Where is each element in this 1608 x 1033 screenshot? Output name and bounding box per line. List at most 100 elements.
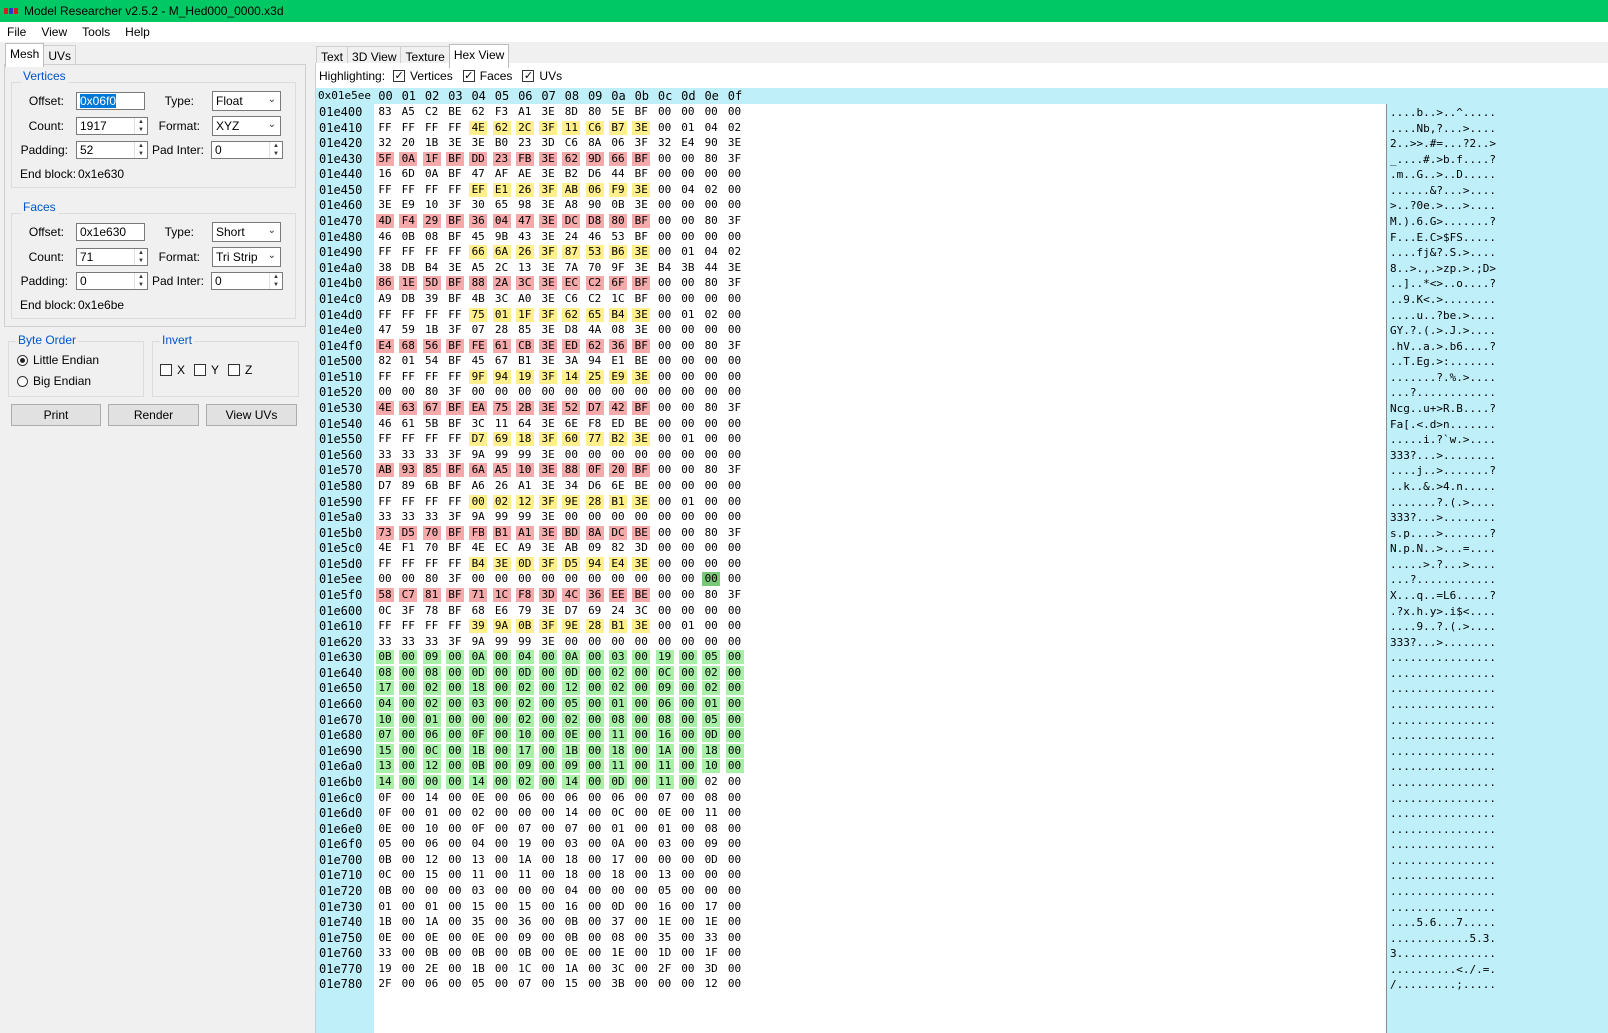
hex-byte[interactable]: 16 — [562, 900, 580, 914]
hex-byte[interactable]: 3F — [446, 385, 464, 399]
hex-byte[interactable]: 3E — [539, 167, 557, 181]
hex-byte[interactable]: 00 — [586, 977, 604, 991]
hex-byte[interactable]: 0D — [562, 665, 581, 680]
hex-byte[interactable]: 00 — [679, 635, 697, 649]
hex-byte[interactable]: E4 — [609, 556, 627, 571]
ascii-text[interactable]: ................ — [1390, 853, 1496, 868]
hex-byte[interactable]: 32 — [656, 136, 674, 150]
invert-x-checkbox[interactable]: X — [160, 363, 185, 377]
hex-byte[interactable]: 00 — [726, 791, 744, 805]
hex-byte[interactable]: 3C — [609, 962, 627, 976]
hex-byte[interactable]: 11 — [516, 868, 534, 882]
spin-up-icon[interactable]: ▲ — [135, 118, 147, 126]
hex-byte[interactable]: BF — [445, 214, 464, 229]
hex-byte[interactable]: 3D — [702, 962, 720, 976]
hex-byte[interactable]: EA — [469, 401, 488, 416]
hex-byte[interactable]: 00 — [399, 572, 417, 586]
hex-byte[interactable]: 04 — [515, 650, 534, 665]
hex-byte[interactable]: A5 — [399, 105, 417, 119]
hex-byte[interactable]: 28 — [585, 619, 604, 634]
hex-byte[interactable]: 00 — [399, 728, 418, 743]
hex-byte[interactable]: 00 — [679, 931, 697, 945]
hex-byte[interactable]: 0B — [562, 931, 580, 945]
hex-byte[interactable]: FF — [376, 183, 394, 197]
hex-byte[interactable]: 3E — [632, 619, 651, 634]
hex-byte[interactable]: FF — [423, 557, 441, 571]
hex-byte[interactable]: BF — [632, 401, 651, 416]
hex-byte[interactable]: BF — [632, 214, 651, 229]
hex-byte[interactable]: 99 — [516, 635, 534, 649]
hex-byte[interactable]: 16 — [376, 167, 394, 181]
hex-byte[interactable]: BF — [632, 167, 650, 181]
hex-byte[interactable]: DB — [399, 292, 417, 306]
hex-byte[interactable]: 00 — [399, 791, 417, 805]
hex-byte[interactable]: 00 — [562, 572, 580, 586]
hex-byte[interactable]: 46 — [376, 230, 394, 244]
hex-byte[interactable]: 00 — [679, 604, 697, 618]
hex-byte[interactable]: 00 — [445, 774, 464, 789]
hex-byte[interactable]: 09 — [562, 759, 581, 774]
hex-byte[interactable]: 05 — [562, 697, 581, 712]
hex-byte[interactable]: 1A — [655, 743, 674, 758]
hex-byte[interactable]: 00 — [725, 759, 744, 774]
hex-byte[interactable]: 00 — [726, 183, 744, 197]
hex-byte[interactable]: 00 — [679, 385, 697, 399]
hex-byte[interactable]: 00 — [609, 635, 627, 649]
ascii-text[interactable]: ....9..?.(.>.... — [1390, 619, 1496, 634]
hex-byte[interactable]: 00 — [726, 853, 744, 867]
hex-byte[interactable]: 9A — [469, 510, 487, 524]
hex-byte[interactable]: 3D — [539, 587, 558, 602]
hex-byte[interactable]: 3F — [399, 604, 417, 618]
hex-byte[interactable]: 80 — [702, 276, 720, 290]
hex-byte[interactable]: 00 — [726, 604, 744, 618]
hex-byte[interactable]: 69 — [492, 432, 511, 447]
hex-byte[interactable]: 00 — [679, 588, 697, 602]
hex-byte[interactable]: 00 — [679, 463, 697, 477]
hex-byte[interactable]: 4E — [469, 541, 487, 555]
hex-byte[interactable]: 00 — [632, 853, 650, 867]
hex-byte[interactable]: 9E — [562, 619, 581, 634]
hex-byte[interactable]: 00 — [539, 791, 557, 805]
hex-byte[interactable]: 19 — [655, 650, 674, 665]
hex-byte[interactable]: 3F — [539, 619, 558, 634]
hex-byte[interactable]: 00 — [493, 900, 511, 914]
hex-byte[interactable]: 6A — [469, 463, 488, 478]
hex-byte[interactable]: 00 — [656, 152, 674, 166]
hex-byte[interactable]: 00 — [679, 479, 697, 493]
hex-byte[interactable]: BD — [562, 525, 581, 540]
hex-byte[interactable]: 06 — [516, 791, 534, 805]
hex-byte[interactable]: 00 — [679, 401, 697, 415]
hex-byte[interactable]: E9 — [399, 198, 417, 212]
hex-byte[interactable]: FF — [446, 370, 464, 384]
hex-byte[interactable]: 00 — [656, 588, 674, 602]
hex-byte[interactable]: 00 — [702, 619, 720, 633]
hex-byte[interactable]: 68 — [399, 338, 418, 353]
hex-byte[interactable]: 00 — [586, 837, 604, 851]
hex-byte[interactable]: 17 — [376, 681, 394, 696]
hex-byte[interactable]: 06 — [423, 837, 441, 851]
ascii-text[interactable]: .......?.(.>.... — [1390, 495, 1496, 510]
hex-byte[interactable]: 10 — [423, 822, 441, 836]
hex-byte[interactable]: 00 — [539, 868, 557, 882]
ascii-text[interactable]: X...q..=L6.....? — [1390, 588, 1496, 603]
hex-byte[interactable]: 00 — [446, 791, 464, 805]
hex-byte[interactable]: 01 — [423, 900, 441, 914]
hex-byte[interactable]: 94 — [492, 369, 511, 384]
hex-byte[interactable]: C6 — [562, 136, 580, 150]
hex-byte[interactable]: 09 — [702, 837, 720, 851]
hex-byte[interactable]: 00 — [399, 837, 417, 851]
hex-byte[interactable]: B2 — [562, 167, 580, 181]
hex-byte[interactable]: 10 — [376, 712, 394, 727]
hex-byte[interactable]: 0D — [609, 774, 627, 789]
ascii-text[interactable]: ....b..>..^..... — [1390, 105, 1496, 120]
hex-byte[interactable]: 00 — [678, 650, 697, 665]
hex-byte[interactable]: 35 — [469, 915, 487, 929]
hex-byte[interactable]: 3E — [539, 323, 557, 337]
hex-byte[interactable]: 3F — [726, 152, 744, 166]
hex-byte[interactable]: 00 — [678, 665, 697, 680]
hex-byte[interactable]: 00 — [656, 121, 674, 135]
hex-byte[interactable]: 66 — [469, 245, 488, 260]
hex-byte[interactable]: C7 — [399, 587, 418, 602]
hex-byte[interactable]: 10 — [423, 198, 441, 212]
hex-byte[interactable]: 00 — [632, 728, 651, 743]
